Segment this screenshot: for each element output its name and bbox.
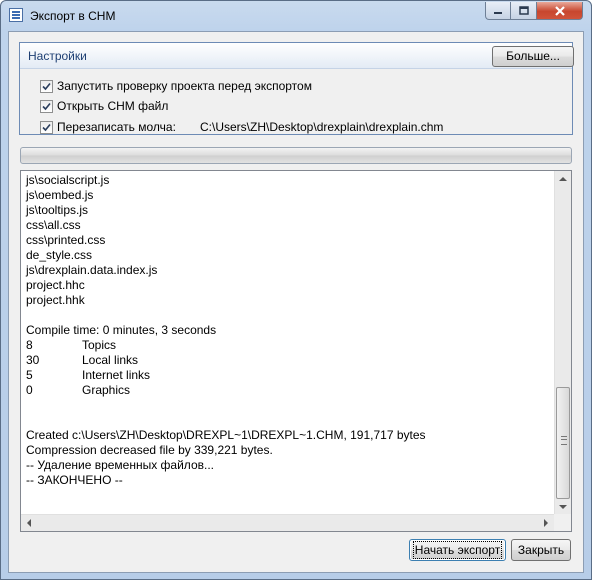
open-chm-label: Открыть CHM файл	[57, 99, 169, 113]
stat-label: Topics	[82, 338, 117, 352]
stat-line: 0 Graphics	[26, 383, 551, 398]
compile-time-line: Compile time: 0 minutes, 3 seconds	[26, 323, 217, 337]
more-button[interactable]: Больше...	[492, 46, 574, 67]
stat-line: 8 Topics	[26, 338, 551, 353]
close-icon	[554, 5, 565, 16]
log-blank-line	[26, 398, 551, 413]
start-export-label: Начать экспорт	[412, 540, 503, 559]
close-window-button[interactable]	[537, 2, 583, 20]
scroll-up-icon[interactable]	[559, 177, 567, 181]
log-line: project.hhc	[26, 278, 85, 292]
scroll-left-icon[interactable]	[27, 519, 31, 527]
done-line: -- ЗАКОНЧЕНО --	[26, 473, 123, 487]
log-blank-line	[26, 308, 551, 323]
stat-count: 8	[26, 338, 33, 352]
created-line: Created c:\Users\ZH\Desktop\DREXPL~1\DRE…	[26, 428, 426, 442]
log-blank-line	[26, 413, 551, 428]
log-line: js\oembed.js	[26, 188, 94, 202]
maximize-icon	[518, 6, 529, 15]
checkmark-icon	[42, 102, 51, 110]
settings-title: Настройки	[28, 49, 87, 63]
title-bar[interactable]: Экспорт в CHM	[1, 1, 591, 31]
export-progress-bar	[20, 147, 572, 164]
log-line: de_style.css	[26, 248, 93, 262]
log-line: css\printed.css	[26, 233, 106, 247]
log-line: js\socialscript.js	[26, 173, 110, 187]
overwrite-label: Перезаписать молча:	[57, 120, 176, 134]
stat-count: 0	[26, 383, 33, 397]
grip-icon	[561, 436, 567, 445]
export-log[interactable]: js\socialscript.js js\oembed.js js\toolt…	[20, 170, 572, 532]
checkmark-icon	[42, 82, 51, 90]
stat-line: 30 Local links	[26, 353, 551, 368]
checkbox-overwrite[interactable]	[40, 120, 53, 134]
overwrite-option[interactable]: Перезаписать молча:	[40, 119, 176, 135]
app-icon	[9, 8, 23, 22]
stat-label: Local links	[82, 353, 139, 367]
dialog-body: Настройки Больше... Запустить проверку п…	[8, 31, 584, 573]
stat-count: 30	[26, 353, 40, 367]
checkbox-open-chm[interactable]	[40, 99, 53, 113]
log-line: js\tooltips.js	[26, 203, 89, 217]
maximize-button[interactable]	[511, 2, 537, 20]
close-button[interactable]: Закрыть	[511, 539, 571, 561]
checkmark-icon	[42, 123, 51, 131]
check-project-label: Запустить проверку проекта перед экспорт…	[57, 79, 312, 93]
export-chm-window: Экспорт в CHM Настройки Больше... Запуст…	[0, 0, 592, 580]
settings-header: Настройки Больше...	[20, 43, 574, 69]
checkbox-check-project[interactable]	[40, 79, 53, 93]
cleanup-line: -- Удаление временных файлов...	[26, 458, 214, 472]
scrollbar-corner	[554, 514, 571, 531]
log-line: css\all.css	[26, 218, 81, 232]
stat-count: 5	[26, 368, 33, 382]
settings-panel: Настройки Больше... Запустить проверку п…	[19, 42, 574, 135]
check-project-option[interactable]: Запустить проверку проекта перед экспорт…	[40, 78, 312, 94]
log-text: js\socialscript.js js\oembed.js js\toolt…	[26, 173, 551, 488]
open-chm-option[interactable]: Открыть CHM файл	[40, 98, 168, 114]
scroll-down-icon[interactable]	[559, 505, 567, 509]
minimize-button[interactable]	[485, 2, 511, 20]
stat-label: Internet links	[82, 368, 151, 382]
output-path: C:\Users\ZH\Desktop\drexplain\drexplain.…	[200, 120, 444, 134]
stat-line: 5 Internet links	[26, 368, 551, 383]
scroll-right-icon[interactable]	[544, 519, 548, 527]
log-line: project.hhk	[26, 293, 85, 307]
vertical-scroll-thumb[interactable]	[556, 387, 570, 499]
log-line: js\drexplain.data.index.js	[26, 263, 158, 277]
vertical-scrollbar[interactable]	[554, 171, 571, 515]
stat-label: Graphics	[82, 383, 131, 397]
minimize-icon	[494, 11, 502, 14]
start-export-button[interactable]: Начать экспорт	[409, 539, 506, 561]
window-title: Экспорт в CHM	[30, 9, 116, 23]
compression-line: Compression decreased file by 339,221 by…	[26, 443, 273, 457]
horizontal-scrollbar[interactable]	[21, 514, 554, 531]
